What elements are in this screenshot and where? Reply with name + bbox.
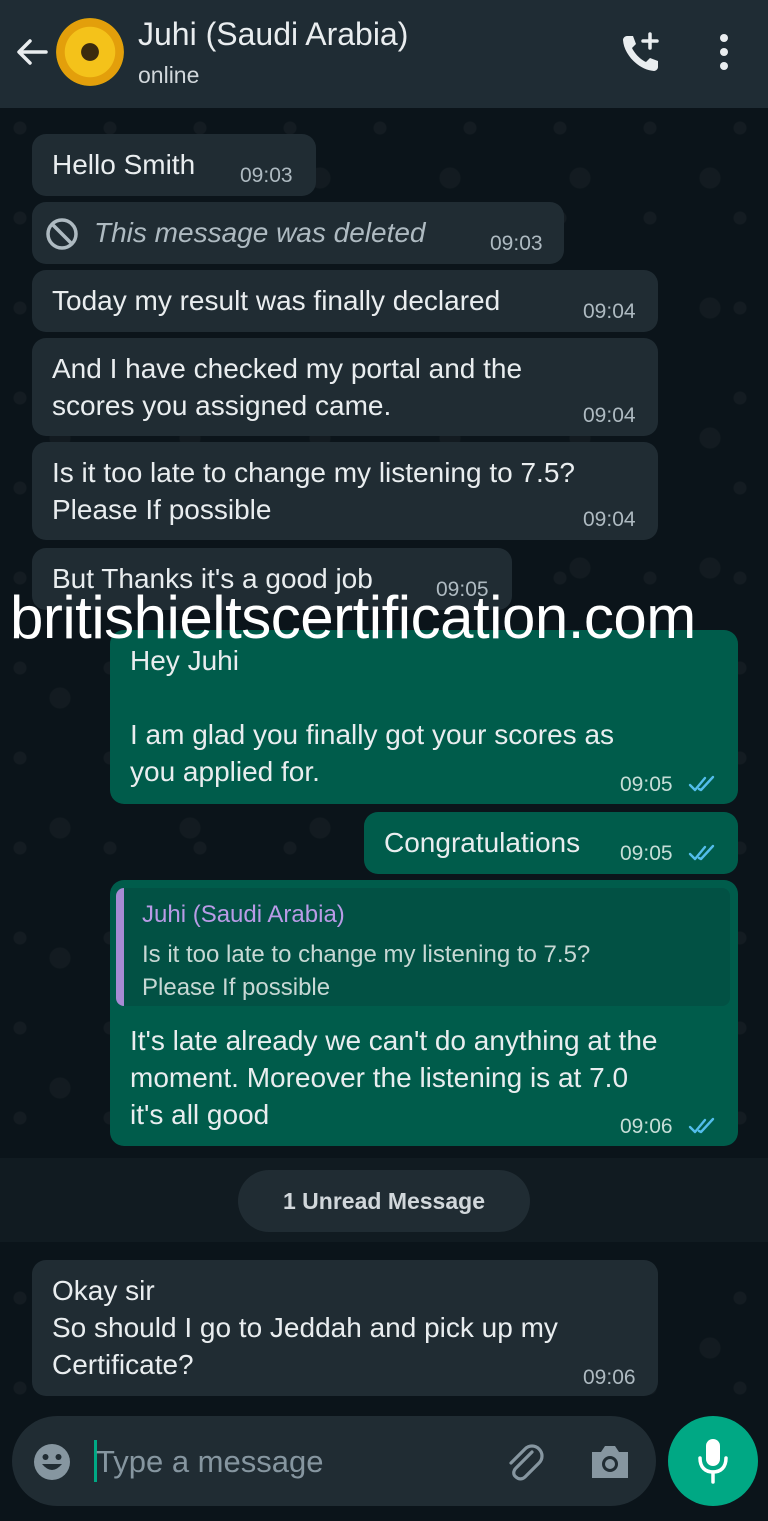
message-incoming[interactable]: Today my result was finally declared 09:…	[32, 270, 658, 332]
message-incoming[interactable]: And I have checked my portal and the sco…	[32, 338, 658, 436]
attach-icon[interactable]	[502, 1440, 546, 1484]
message-time: 09:04	[583, 404, 636, 427]
add-call-icon[interactable]	[618, 30, 664, 76]
message-outgoing[interactable]: Hey Juhi I am glad you finally got your …	[110, 630, 738, 804]
quote-accent-bar	[116, 888, 124, 1006]
more-vert-icon[interactable]	[708, 32, 740, 72]
message-time: 09:06	[583, 1366, 636, 1389]
ban-icon	[46, 218, 78, 250]
message-text: Is it too late to change my listening to…	[52, 457, 575, 525]
message-incoming[interactable]: Hello Smith 09:03	[32, 134, 316, 196]
double-check-icon	[688, 775, 715, 792]
message-time: 09:05	[620, 773, 673, 796]
unread-messages-badge: 1 Unread Message	[238, 1170, 530, 1232]
double-check-icon	[688, 844, 715, 861]
message-outgoing[interactable]: Congratulations 09:05	[364, 812, 738, 874]
message-outgoing-reply[interactable]: Juhi (Saudi Arabia) Is it too late to ch…	[110, 880, 738, 1146]
watermark-text: britishieltscertification.com	[10, 584, 696, 651]
message-time: 09:03	[490, 232, 543, 255]
message-text: Hello Smith	[52, 149, 196, 180]
message-time: 09:04	[583, 300, 636, 323]
quote-author: Juhi (Saudi Arabia)	[142, 901, 345, 928]
double-check-icon	[688, 1117, 715, 1134]
message-input-bar[interactable]: Type a message	[12, 1416, 656, 1506]
message-text: Hey Juhi I am glad you finally got your …	[130, 645, 615, 787]
message-text: It's late already we can't do anything a…	[130, 1025, 658, 1130]
message-time: 09:05	[620, 842, 673, 865]
message-text: Today my result was finally declared	[52, 285, 501, 316]
message-incoming[interactable]: Is it too late to change my listening to…	[32, 442, 658, 540]
message-text: And I have checked my portal and the sco…	[52, 353, 523, 421]
message-input[interactable]: Type a message	[96, 1444, 323, 1480]
message-text: Congratulations	[384, 827, 581, 858]
message-text: Okay sir So should I go to Jeddah and pi…	[52, 1275, 558, 1380]
camera-icon[interactable]	[588, 1442, 632, 1482]
voice-record-button[interactable]	[668, 1416, 758, 1506]
message-time: 09:06	[620, 1115, 673, 1138]
message-time: 09:03	[240, 164, 293, 187]
avatar[interactable]	[56, 18, 124, 86]
mic-icon	[698, 1439, 728, 1484]
emoji-icon[interactable]	[32, 1442, 72, 1482]
back-arrow-icon[interactable]	[12, 32, 52, 72]
message-time: 09:04	[583, 508, 636, 531]
chat-header: Juhi (Saudi Arabia) online	[0, 0, 768, 108]
quoted-message[interactable]: Juhi (Saudi Arabia) Is it too late to ch…	[116, 888, 730, 1006]
message-incoming[interactable]: Okay sir So should I go to Jeddah and pi…	[32, 1260, 658, 1396]
quote-text: Is it too late to change my listening to…	[142, 941, 591, 1001]
message-deleted[interactable]: This message was deleted 09:03	[32, 202, 564, 264]
deleted-message-text: This message was deleted	[94, 217, 426, 248]
contact-status: online	[138, 62, 200, 88]
contact-name[interactable]: Juhi (Saudi Arabia)	[138, 16, 408, 53]
